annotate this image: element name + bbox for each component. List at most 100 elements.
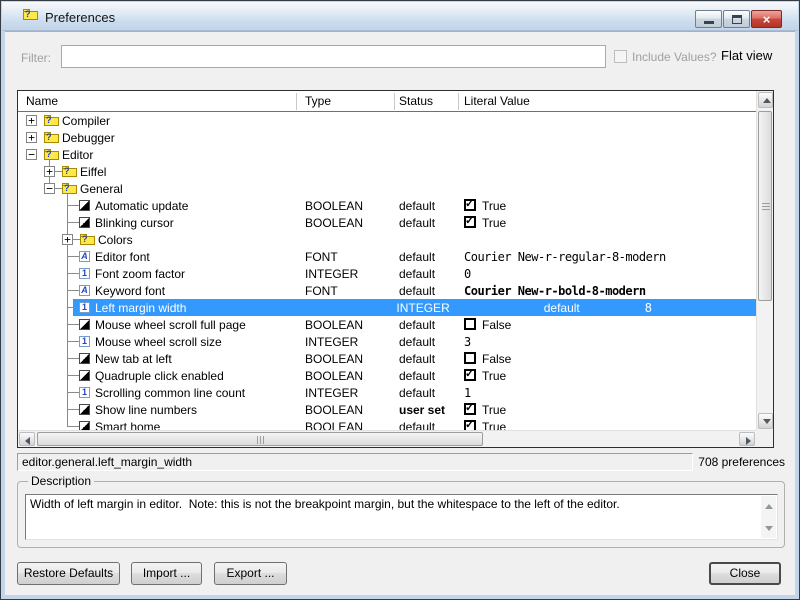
folder-icon: ? [62, 183, 77, 194]
column-header-literal[interactable]: Literal Value [464, 94, 530, 108]
description-textarea[interactable]: Width of left margin in editor. Note: th… [25, 494, 778, 540]
export-button[interactable]: Export ... [214, 562, 287, 585]
tree-row-keyword-font[interactable]: AKeyword fontFONTdefaultCourier New-r-bo… [18, 282, 756, 299]
include-values-label: Include Values? [632, 50, 717, 64]
column-divider[interactable] [458, 93, 459, 110]
tree-row-debugger[interactable]: +?Debugger [18, 129, 756, 146]
scroll-up-button[interactable] [758, 92, 773, 108]
title-bar[interactable]: ? Preferences × [2, 2, 798, 31]
status-cell: default [544, 301, 580, 315]
expand-toggle[interactable]: + [44, 166, 55, 177]
tree-connector-stub [67, 205, 79, 206]
preferences-window: ? Preferences × Filter: Include Values? … [0, 0, 800, 600]
close-icon: × [752, 12, 781, 27]
folder-badge: ? [64, 183, 70, 194]
value-checkbox[interactable]: ✓ [464, 199, 476, 211]
tree-connector-stub [67, 375, 79, 376]
row-label: Colors [98, 233, 133, 247]
checkmark-icon: ✓ [465, 197, 474, 210]
column-header-name[interactable]: Name [26, 94, 58, 108]
folder-icon: ? [44, 115, 59, 126]
maximize-button[interactable] [723, 10, 750, 28]
value-checkbox[interactable]: ✓ [464, 420, 476, 430]
row-label: Smart home [95, 420, 160, 430]
column-header-type[interactable]: Type [305, 94, 331, 108]
checkmark-icon: ✓ [465, 214, 474, 227]
value-checkbox[interactable] [464, 352, 476, 364]
value-checkbox[interactable]: ✓ [464, 216, 476, 228]
value-checkbox[interactable] [464, 318, 476, 330]
integer-icon: 1 [79, 387, 90, 398]
value-checkbox[interactable]: ✓ [464, 403, 476, 415]
tree-row-smart-home[interactable]: Smart homeBOOLEANdefault✓True [18, 418, 756, 430]
column-header-status[interactable]: Status [399, 94, 433, 108]
scroll-right-button[interactable] [739, 432, 755, 446]
tree-row-mouse-wheel-scroll-full-page[interactable]: Mouse wheel scroll full pageBOOLEANdefau… [18, 316, 756, 333]
type-cell: BOOLEAN [305, 403, 363, 417]
tree-row-editor-font[interactable]: AEditor fontFONTdefaultCourier New-r-reg… [18, 248, 756, 265]
expand-toggle[interactable]: + [26, 115, 37, 126]
arrow-down-icon [765, 526, 773, 531]
row-label: General [80, 182, 123, 196]
expand-toggle[interactable]: + [26, 132, 37, 143]
row-label: Eiffel [80, 165, 106, 179]
tree-row-show-line-numbers[interactable]: Show line numbersBOOLEANuser set✓True [18, 401, 756, 418]
tree-connector-stub [67, 273, 79, 274]
description-group: Description Width of left margin in edit… [17, 481, 785, 548]
tree-row-general[interactable]: −? General [18, 180, 756, 197]
row-label: Editor [62, 148, 93, 162]
arrow-up-icon [763, 98, 771, 103]
filter-input[interactable] [61, 45, 606, 68]
value-checkbox[interactable]: ✓ [464, 369, 476, 381]
minimize-button[interactable] [695, 10, 722, 28]
row-label: Keyword font [95, 284, 165, 298]
import-button[interactable]: Import ... [131, 562, 202, 585]
tree-row-automatic-update[interactable]: Automatic updateBOOLEANdefault✓True [18, 197, 756, 214]
tree-row-scrolling-common-line-count[interactable]: 1Scrolling common line countINTEGERdefau… [18, 384, 756, 401]
folder-icon: ? [80, 234, 95, 245]
tree-row-new-tab-at-left[interactable]: New tab at leftBOOLEANdefaultFalse [18, 350, 756, 367]
value-cell: 0 [464, 267, 471, 281]
tree-connector-stub [67, 290, 79, 291]
integer-icon: 1 [79, 302, 90, 313]
close-button[interactable]: Close [709, 562, 781, 585]
status-cell: default [399, 352, 435, 366]
value-cell: Courier New-r-regular-8-modern [464, 250, 666, 264]
expand-toggle[interactable]: − [26, 149, 37, 160]
row-label: Debugger [62, 131, 115, 145]
folder-icon: ? [62, 166, 77, 177]
tree-row-blinking-cursor[interactable]: Blinking cursorBOOLEANdefault✓True [18, 214, 756, 231]
tree-row-left-margin-width[interactable]: 1Left margin widthINTEGERdefault8 [18, 299, 756, 316]
value-cell: True [482, 420, 506, 430]
close-window-button[interactable]: × [751, 10, 782, 28]
scroll-down-button[interactable] [758, 413, 773, 429]
column-divider[interactable] [394, 93, 395, 110]
status-cell: default [399, 284, 435, 298]
flat-view-button[interactable]: Flat view [721, 48, 772, 63]
scroll-left-button[interactable] [19, 432, 35, 446]
tree-connector-stub [73, 239, 80, 240]
include-values-checkbox[interactable] [614, 50, 627, 63]
vertical-scrollbar[interactable] [756, 91, 773, 430]
column-divider[interactable] [296, 93, 297, 110]
type-cell: BOOLEAN [305, 352, 363, 366]
tree-row-quadruple-click-enabled[interactable]: Quadruple click enabledBOOLEANdefault✓Tr… [18, 367, 756, 384]
expand-toggle[interactable]: − [44, 183, 55, 194]
restore-defaults-button[interactable]: Restore Defaults [17, 562, 120, 585]
tree-row-eiffel[interactable]: +?Eiffel [18, 163, 756, 180]
boolean-icon [79, 404, 90, 415]
type-cell: INTEGER [305, 335, 358, 349]
tree-row-compiler[interactable]: +?Compiler [18, 112, 756, 129]
horizontal-scrollbar[interactable] [18, 430, 756, 447]
arrow-left-icon [25, 437, 30, 445]
tree-row-font-zoom-factor[interactable]: 1Font zoom factorINTEGERdefault0 [18, 265, 756, 282]
horizontal-scroll-thumb[interactable] [37, 432, 483, 446]
tree-row-colors[interactable]: +?Colors [18, 231, 756, 248]
expand-toggle[interactable]: + [62, 234, 73, 245]
vertical-scroll-thumb[interactable] [758, 111, 772, 301]
arrow-up-icon [765, 504, 773, 509]
status-cell: default [399, 267, 435, 281]
tree-row-mouse-wheel-scroll-size[interactable]: 1Mouse wheel scroll sizeINTEGERdefault3 [18, 333, 756, 350]
description-scrollbar[interactable] [761, 496, 776, 538]
tree-row-editor[interactable]: −?Editor [18, 146, 756, 163]
